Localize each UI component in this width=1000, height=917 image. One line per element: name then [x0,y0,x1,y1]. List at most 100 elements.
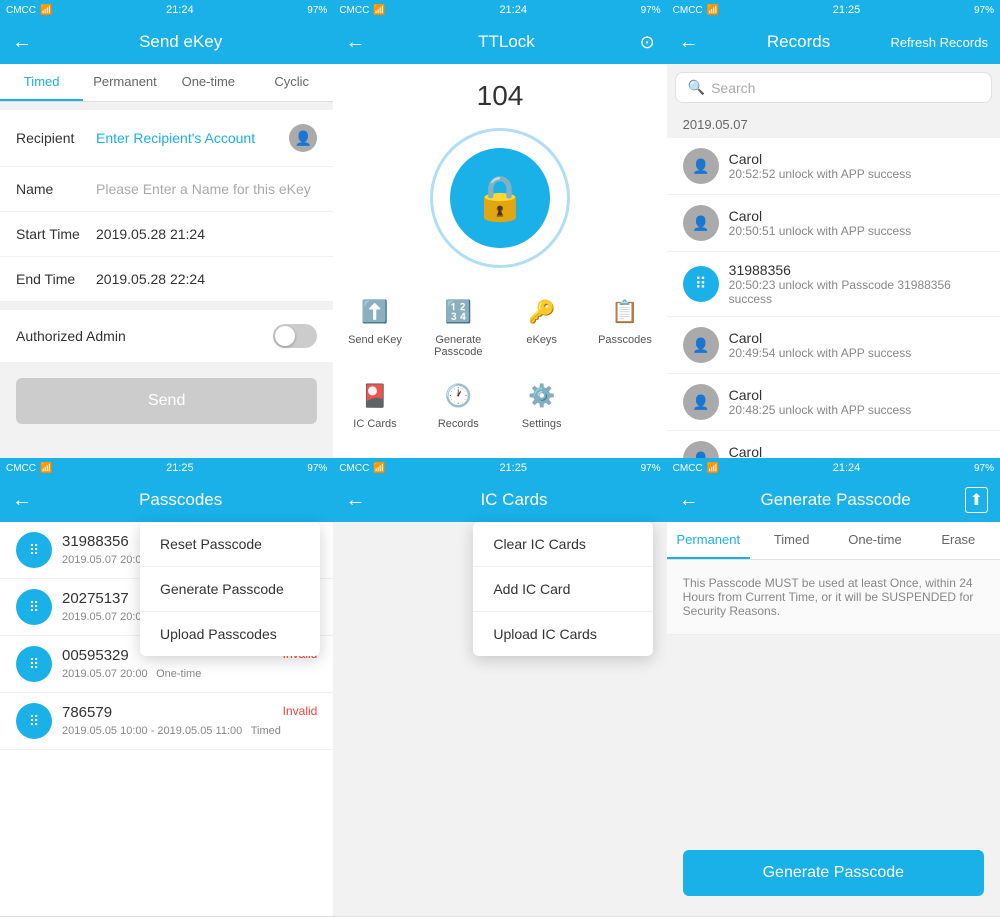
back-button-5[interactable]: ← [345,489,365,512]
screen6-title: Generate Passcode [707,490,965,510]
header-3: ← Records Refresh Records [667,20,1000,64]
popup-upload-passcodes[interactable]: Upload Passcodes [140,612,320,656]
back-button-3[interactable]: ← [679,31,699,54]
tab-cyclic[interactable]: Cyclic [250,64,333,101]
record-avatar-2: ⠿ [683,266,719,302]
time-1: 21:24 [166,4,194,16]
end-value[interactable]: 2019.05.28 22:24 [96,271,317,287]
recipient-input[interactable]: Enter Recipient's Account [96,130,289,146]
carrier-1: CMCC [6,5,36,16]
gen-description: This Passcode MUST be used at least Once… [667,560,1000,635]
carrier-5: CMCC [339,463,369,474]
screen1-title: Send eKey [40,32,321,52]
tab-gen-erase[interactable]: Erase [917,522,1000,559]
record-5[interactable]: 👤 Carol 20:44:25 unlock with APP success [667,431,1000,458]
menu-settings[interactable]: ⚙️ Settings [500,368,583,440]
time-5: 21:25 [499,462,527,474]
menu-ic-cards[interactable]: 🎴 IC Cards [333,368,416,440]
authorized-toggle[interactable] [273,324,317,348]
menu-generate-passcode[interactable]: 🔢 Generate Passcode [417,284,500,368]
record-2[interactable]: ⠿ 31988356 20:50:23 unlock with Passcode… [667,252,1000,317]
menu-send-ekey[interactable]: ⬆️ Send eKey [333,284,416,368]
menu-grid: ⬆️ Send eKey 🔢 Generate Passcode 🔑 eKeys… [333,268,666,456]
record-info-3: Carol 20:49:54 unlock with APP success [729,330,984,360]
record-3[interactable]: 👤 Carol 20:49:54 unlock with APP success [667,317,1000,374]
camera-icon[interactable]: ⊙ [640,32,655,53]
screen-records: CMCC 📶 21:25 97% ← Records Refresh Recor… [667,0,1000,458]
menu-ekeys[interactable]: 🔑 eKeys [500,284,583,368]
header-6: ← Generate Passcode ⬆ [667,478,1000,522]
tab-gen-timed[interactable]: Timed [750,522,833,559]
screen2-title: TTLock [373,32,639,52]
tab-timed[interactable]: Timed [0,64,83,101]
back-button-4[interactable]: ← [12,489,32,512]
carrier-2: CMCC [339,5,369,16]
invalid-badge-3: Invalid [283,704,318,721]
tab-permanent[interactable]: Permanent [83,64,166,101]
popup-clear-ic-cards[interactable]: Clear IC Cards [473,522,653,567]
form-section: Recipient Enter Recipient's Account 👤 Na… [0,110,333,302]
back-button-6[interactable]: ← [679,489,699,512]
lock-number: 104 [477,80,524,112]
record-0[interactable]: 👤 Carol 20:52:52 unlock with APP success [667,138,1000,195]
wifi-icon-3: 📶 [707,5,719,16]
share-icon[interactable]: ⬆ [965,487,988,513]
battery-6: 97% [974,463,994,474]
popup-upload-ic-cards[interactable]: Upload IC Cards [473,612,653,656]
record-detail-0: 20:52:52 unlock with APP success [729,167,984,181]
menu-passcodes[interactable]: 📋 Passcodes [583,284,666,368]
recipient-row: Recipient Enter Recipient's Account 👤 [0,110,333,167]
send-button[interactable]: Send [16,378,317,424]
tabs-gen: Permanent Timed One-time Erase [667,522,1000,560]
battery-1: 97% [307,5,327,16]
status-bar-1: CMCC 📶 21:24 97% [0,0,333,20]
battery-3: 97% [974,5,994,16]
record-1[interactable]: 👤 Carol 20:50:51 unlock with APP success [667,195,1000,252]
record-name-0: Carol [729,151,984,167]
authorized-row: Authorized Admin [0,310,333,362]
screen3-title: Records [707,32,891,52]
screen-send-ekey: CMCC 📶 21:24 97% ← Send eKey Timed Perma… [0,0,333,458]
passcode-item-3[interactable]: ⠿ 786579 Invalid 2019.05.05 10:00 - 2019… [0,693,333,750]
ic-cards-icon: 🎴 [357,378,393,414]
back-button-1[interactable]: ← [12,31,32,54]
record-name-1: Carol [729,208,984,224]
popup-generate-passcode[interactable]: Generate Passcode [140,567,320,612]
tab-onetime[interactable]: One-time [167,64,250,101]
start-value[interactable]: 2019.05.28 21:24 [96,226,317,242]
battery-4: 97% [307,463,327,474]
passcode-date-1: 2019.05.07 20:00 [62,611,148,623]
popup-reset-passcode[interactable]: Reset Passcode [140,522,320,567]
passcode-icon-2: ⠿ [16,646,52,682]
time-3: 21:25 [833,4,861,16]
generate-passcode-button[interactable]: Generate Passcode [683,850,984,896]
popup-add-ic-card[interactable]: Add IC Card [473,567,653,612]
record-4[interactable]: 👤 Carol 20:48:25 unlock with APP success [667,374,1000,431]
records-list: 👤 Carol 20:52:52 unlock with APP success… [667,138,1000,458]
tab-gen-permanent[interactable]: Permanent [667,522,750,559]
menu-records[interactable]: 🕐 Records [417,368,500,440]
carrier-4: CMCC [6,463,36,474]
refresh-records-btn[interactable]: Refresh Records [890,35,988,50]
back-button-2[interactable]: ← [345,31,365,54]
record-detail-2: 20:50:23 unlock with Passcode 31988356 s… [729,278,984,306]
passcode-type-3: Timed [251,725,281,737]
tab-gen-onetime[interactable]: One-time [833,522,916,559]
passcodes-label: Passcodes [598,334,652,346]
status-bar-6: CMCC 📶 21:24 97% [667,458,1000,478]
search-input-container[interactable]: 🔍 Search [675,72,992,103]
name-input[interactable]: Please Enter a Name for this eKey [96,181,317,197]
screen4-title: Passcodes [40,490,321,510]
passcode-date-3: 2019.05.05 10:00 - 2019.05.05 11:00 [62,725,242,737]
ekeys-icon: 🔑 [524,294,560,330]
lock-circle: 🔒 [430,128,570,268]
passcode-date-0: 2019.05.07 20:00 [62,554,148,566]
ic-cards-label: IC Cards [353,418,396,430]
wifi-icon-2: 📶 [373,5,385,16]
header-5: ← IC Cards [333,478,666,522]
recipient-icon[interactable]: 👤 [289,124,317,152]
record-info-0: Carol 20:52:52 unlock with APP success [729,151,984,181]
wifi-icon-1: 📶 [40,5,52,16]
record-name-4: Carol [729,387,984,403]
lock-symbol: 🔒 [473,172,528,224]
